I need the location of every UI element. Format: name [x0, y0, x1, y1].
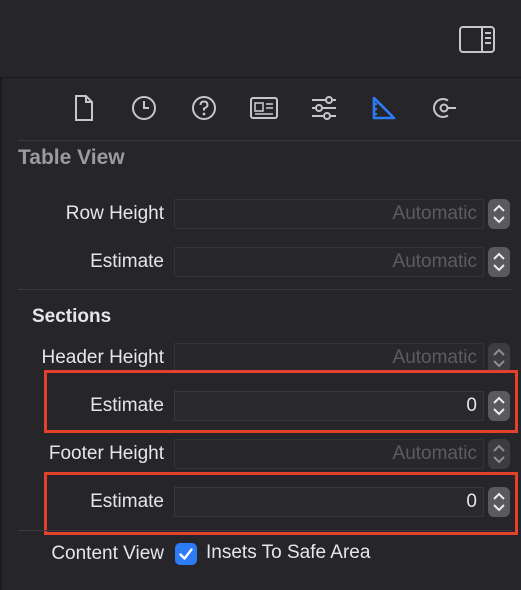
section-title: Table View	[18, 146, 125, 169]
tabs-divider	[18, 140, 521, 141]
connections-icon[interactable]	[426, 90, 462, 126]
content-divider	[18, 530, 512, 531]
row-estimate-field[interactable]: Automatic	[174, 247, 484, 277]
header-estimate-field[interactable]: 0	[174, 391, 484, 421]
header-height-stepper[interactable]	[488, 343, 510, 373]
stepper-arrows-icon	[493, 492, 505, 512]
file-icon[interactable]	[66, 90, 102, 126]
stepper-arrows-icon	[493, 396, 505, 416]
toggle-inspector-icon[interactable]	[458, 24, 496, 56]
row-height-label: Row Height	[65, 203, 164, 224]
row-height-field[interactable]: Automatic	[174, 199, 484, 229]
insets-safe-area-label[interactable]: Insets To Safe Area	[206, 542, 370, 564]
stepper-arrows-icon	[493, 252, 505, 272]
stepper-arrows-icon	[493, 204, 505, 224]
help-icon[interactable]	[186, 90, 222, 126]
footer-height-field[interactable]: Automatic	[174, 439, 484, 469]
insets-safe-area-checkbox[interactable]	[175, 543, 197, 565]
header-height-label: Header Height	[41, 347, 164, 368]
footer-height-stepper[interactable]	[488, 439, 510, 469]
footer-height-label: Footer Height	[48, 443, 164, 464]
sections-divider	[18, 289, 512, 290]
row-height-stepper[interactable]	[488, 199, 510, 229]
header-height-field[interactable]: Automatic	[174, 343, 484, 373]
stepper-arrows-icon	[493, 348, 505, 368]
content-view-label: Content View	[51, 543, 164, 564]
header-estimate-stepper[interactable]	[488, 391, 510, 421]
inspector-header	[0, 0, 521, 78]
size-ruler-icon[interactable]	[366, 90, 402, 126]
history-icon[interactable]	[126, 90, 162, 126]
inspector-tabs	[0, 78, 521, 140]
row-estimate-stepper[interactable]	[488, 247, 510, 277]
footer-estimate-stepper[interactable]	[488, 487, 510, 517]
sections-heading: Sections	[32, 306, 112, 327]
checkmark-icon	[179, 548, 193, 560]
attributes-icon[interactable]	[306, 90, 342, 126]
identity-icon[interactable]	[246, 90, 282, 126]
row-estimate-label: Estimate	[90, 251, 164, 272]
stepper-arrows-icon	[493, 444, 505, 464]
header-estimate-label: Estimate	[90, 395, 164, 416]
footer-estimate-label: Estimate	[90, 491, 164, 512]
footer-estimate-field[interactable]: 0	[174, 487, 484, 517]
